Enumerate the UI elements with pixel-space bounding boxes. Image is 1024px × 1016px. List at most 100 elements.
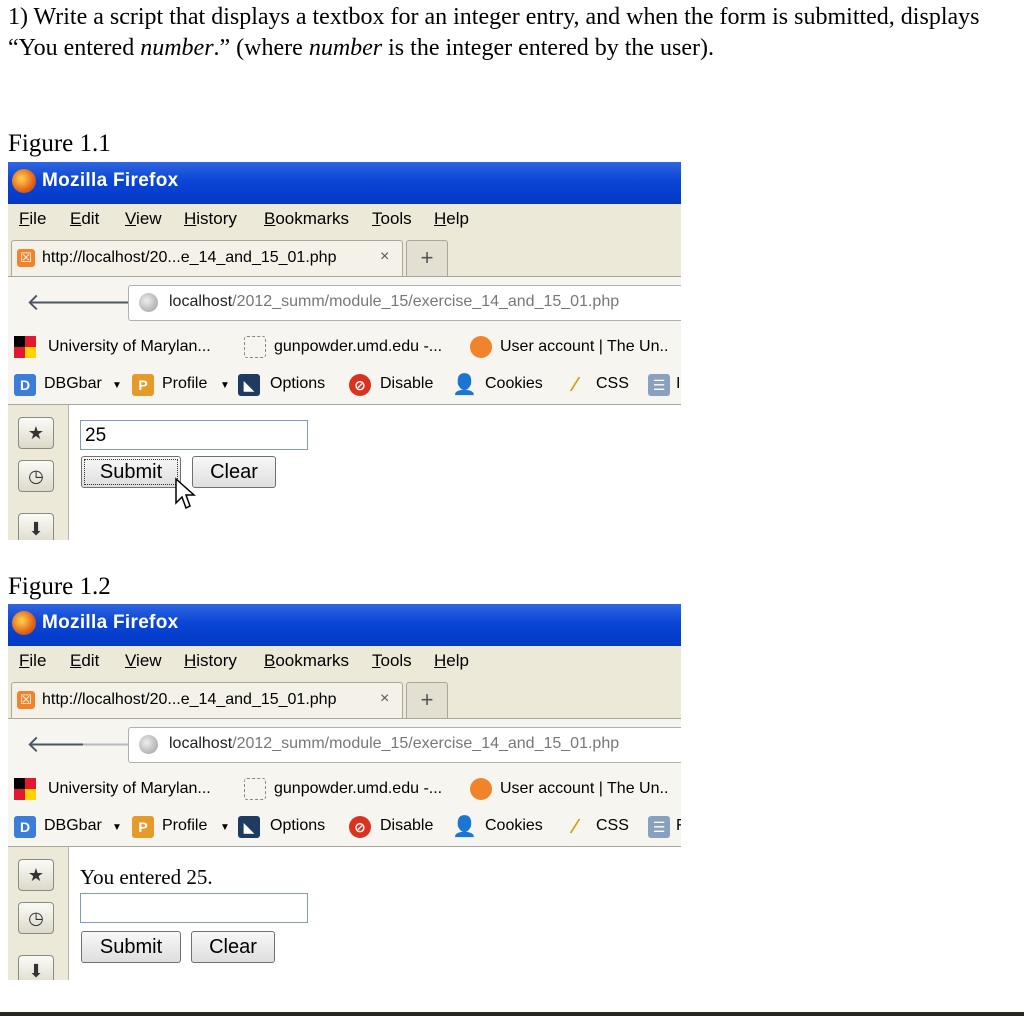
menu-view[interactable]: View <box>125 209 162 229</box>
title-bar: Mozilla Firefox <box>8 162 681 204</box>
menu-history[interactable]: History <box>184 651 237 671</box>
browser-tab[interactable]: ☒ http://localhost/20...e_14_and_15_01.p… <box>11 682 403 719</box>
toolbar-dbgbar[interactable]: DBGbar <box>44 817 102 835</box>
page-content: 25 Submit Clear <box>70 405 681 540</box>
toolbar-options[interactable]: Options <box>270 375 325 393</box>
history-clock-icon[interactable]: ◷ <box>18 460 54 492</box>
clear-button[interactable]: Clear <box>192 456 276 488</box>
tab-close-icon[interactable]: × <box>380 690 389 708</box>
mouse-cursor-icon <box>175 477 196 510</box>
menu-edit[interactable]: Edit <box>70 209 99 229</box>
clear-button[interactable]: Clear <box>191 931 275 963</box>
url-path: /2012_summ/module_15/exercise_14_and_15_… <box>232 293 620 310</box>
firefox-logo-icon <box>12 169 36 193</box>
profile-icon: P <box>132 374 154 396</box>
result-text: You entered 25. <box>80 865 213 889</box>
bookmark-item[interactable]: User account | The Un.. <box>500 780 668 798</box>
chevron-down-icon[interactable]: ▼ <box>220 380 230 391</box>
submit-button[interactable]: Submit <box>81 456 181 488</box>
menu-bar: File Edit View History Bookmarks Tools H… <box>8 204 681 236</box>
dbgbar-icon: D <box>14 374 36 396</box>
toolbar-cookies[interactable]: Cookies <box>485 817 543 835</box>
bookmark-item[interactable]: gunpowder.umd.edu -... <box>274 338 442 356</box>
tab-strip: ☒ http://localhost/20...e_14_and_15_01.p… <box>8 236 681 277</box>
bookmark-item[interactable]: University of Marylan... <box>48 338 211 356</box>
history-clock-icon[interactable]: ◷ <box>18 902 54 934</box>
menu-edit[interactable]: Edit <box>70 651 99 671</box>
menu-file[interactable]: File <box>19 209 46 229</box>
figure-label: Figure 1.2 <box>8 573 111 600</box>
toolbar-overflow[interactable]: I <box>676 375 680 393</box>
menu-tools[interactable]: Tools <box>372 651 412 671</box>
toolbar-profile[interactable]: Profile <box>162 375 207 393</box>
navigation-bar: 🡐 🡒 localhost/2012_summ/module_15/exerci… <box>8 718 681 771</box>
browser-tab[interactable]: ☒ http://localhost/20...e_14_and_15_01.p… <box>11 240 403 277</box>
toolbar-overflow[interactable]: F <box>676 817 681 835</box>
new-tab-button[interactable]: + <box>406 682 448 719</box>
submit-button[interactable]: Submit <box>81 931 181 963</box>
chevron-down-icon[interactable]: ▼ <box>112 380 122 391</box>
bookmark-star-icon[interactable]: ★ <box>18 417 54 449</box>
download-arrow-icon[interactable]: ⬇ <box>18 955 54 980</box>
page-favicon-icon: ☒ <box>17 249 35 267</box>
menu-help[interactable]: Help <box>434 209 469 229</box>
bookmarks-toolbar: University of Marylan... gunpowder.umd.e… <box>8 770 681 808</box>
tab-title: http://localhost/20...e_14_and_15_01.php <box>42 691 337 708</box>
navigation-bar: 🡐 🡒 localhost/2012_summ/module_15/exerci… <box>8 276 681 329</box>
css-wand-icon: ⁄ <box>573 816 577 838</box>
sidebar: ★ ◷ ⬇ <box>8 405 69 540</box>
umd-flag-icon <box>14 336 36 358</box>
menu-file[interactable]: File <box>19 651 46 671</box>
toolbar-cookies[interactable]: Cookies <box>485 375 543 393</box>
menu-view[interactable]: View <box>125 651 162 671</box>
chevron-down-icon[interactable]: ▼ <box>220 822 230 833</box>
url-text: localhost/2012_summ/module_15/exercise_1… <box>169 293 619 311</box>
bookmarks-toolbar: University of Marylan... gunpowder.umd.e… <box>8 328 681 366</box>
disable-icon: ⊘ <box>349 816 371 838</box>
url-bar[interactable]: localhost/2012_summ/module_15/exercise_1… <box>128 727 681 763</box>
download-arrow-icon[interactable]: ⬇ <box>18 513 54 540</box>
cookies-person-icon: 👤 <box>452 374 477 396</box>
menu-bar: File Edit View History Bookmarks Tools H… <box>8 646 681 678</box>
firefox-window: Mozilla Firefox File Edit View History B… <box>8 162 681 540</box>
forms-icon: ☰ <box>648 374 670 396</box>
window-title: Mozilla Firefox <box>42 612 179 633</box>
url-host: localhost <box>169 735 233 752</box>
question-emphasis: number <box>308 35 383 61</box>
question-part: .” (where <box>213 35 309 61</box>
url-bar[interactable]: localhost/2012_summ/module_15/exercise_1… <box>128 285 681 321</box>
menu-help[interactable]: Help <box>434 651 469 671</box>
toolbar-options[interactable]: Options <box>270 817 325 835</box>
integer-input[interactable]: 25 <box>80 420 308 450</box>
menu-tools[interactable]: Tools <box>372 209 412 229</box>
question-emphasis: number <box>140 35 214 61</box>
toolbar-profile[interactable]: Profile <box>162 817 207 835</box>
menu-bookmarks[interactable]: Bookmarks <box>264 651 349 671</box>
bookmark-item[interactable]: gunpowder.umd.edu -... <box>274 780 442 798</box>
options-icon: ◣ <box>238 816 260 838</box>
new-tab-button[interactable]: + <box>406 240 448 277</box>
disable-icon: ⊘ <box>349 374 371 396</box>
bookmark-star-icon[interactable]: ★ <box>18 859 54 891</box>
bookmark-item[interactable]: User account | The Un.. <box>500 338 668 356</box>
toolbar-css[interactable]: CSS <box>596 375 629 393</box>
menu-bookmarks[interactable]: Bookmarks <box>264 209 349 229</box>
css-wand-icon: ⁄ <box>573 374 577 396</box>
figure-label: Figure 1.1 <box>8 130 111 157</box>
toolbar-dbgbar[interactable]: DBGbar <box>44 375 102 393</box>
profile-icon: P <box>132 816 154 838</box>
question-text: 1) Write a script that displays a textbo… <box>8 2 1008 64</box>
toolbar-disable[interactable]: Disable <box>380 817 433 835</box>
forms-icon: ☰ <box>648 816 670 838</box>
tab-close-icon[interactable]: × <box>380 248 389 266</box>
integer-input[interactable] <box>80 893 308 923</box>
chevron-down-icon[interactable]: ▼ <box>112 822 122 833</box>
toolbar-css[interactable]: CSS <box>596 817 629 835</box>
firefox-logo-icon <box>12 611 36 635</box>
url-path: /2012_summ/module_15/exercise_14_and_15_… <box>232 735 620 752</box>
blank-page-icon <box>244 336 266 358</box>
menu-history[interactable]: History <box>184 209 237 229</box>
title-bar: Mozilla Firefox <box>8 604 681 646</box>
toolbar-disable[interactable]: Disable <box>380 375 433 393</box>
bookmark-item[interactable]: University of Marylan... <box>48 780 211 798</box>
